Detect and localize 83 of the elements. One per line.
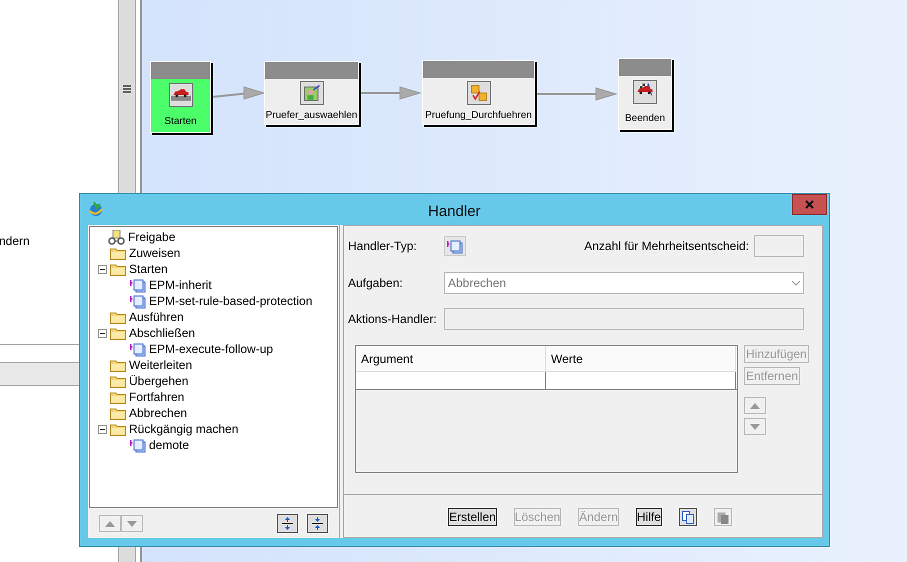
action-handler-field[interactable] xyxy=(444,308,804,330)
paste-button[interactable] xyxy=(714,508,732,526)
move-up-button[interactable] xyxy=(99,515,121,532)
connector-arrow xyxy=(360,86,422,100)
tree-item[interactable]: Starten xyxy=(129,260,168,278)
connector-arrow xyxy=(212,86,266,100)
tree-item[interactable]: EPM-execute-follow-up xyxy=(149,340,274,358)
node-label: Pruefer_auswaehlen xyxy=(266,110,358,122)
folder-icon xyxy=(110,406,126,420)
tree-item[interactable]: EPM-set-rule-based-protection xyxy=(149,292,312,310)
row-down-button[interactable] xyxy=(744,418,766,435)
triangle-down-icon xyxy=(750,424,760,430)
column-header[interactable]: Argument xyxy=(356,346,546,372)
tree-item[interactable]: Abschließen xyxy=(129,324,196,342)
expand-all-button[interactable] xyxy=(277,514,298,533)
tree-item[interactable]: Ausführen xyxy=(129,308,184,326)
collapse-icon xyxy=(312,517,323,530)
node-header xyxy=(619,59,671,76)
tree-item[interactable]: Übergehen xyxy=(129,372,188,390)
checkered-flag-icon xyxy=(633,80,657,104)
node-label: Beenden xyxy=(624,112,666,125)
collapse-toggle[interactable] xyxy=(98,328,106,338)
handler-type-button[interactable] xyxy=(444,236,466,256)
field-label: Handler-Typ: xyxy=(348,238,418,255)
tree-item[interactable]: Fortfahren xyxy=(129,388,184,406)
handler-icon xyxy=(130,342,146,356)
collapse-toggle[interactable] xyxy=(98,424,106,434)
handler-icon xyxy=(447,238,463,254)
tree-item[interactable]: Weiterleiten xyxy=(129,356,192,374)
folder-icon xyxy=(110,310,126,324)
tree-item[interactable]: Zuweisen xyxy=(129,244,180,262)
action-button[interactable]: Erstellen xyxy=(448,508,497,526)
workflow-node[interactable]: Beenden xyxy=(618,58,672,130)
workflow-node[interactable]: Starten xyxy=(150,61,211,133)
close-button[interactable] xyxy=(792,194,827,215)
handler-icon xyxy=(130,438,146,452)
folder-icon xyxy=(110,326,126,340)
paste-icon xyxy=(716,510,729,524)
workflow-node[interactable]: Pruefer_auswaehlen xyxy=(264,61,359,125)
tree-item[interactable]: Freigabe xyxy=(128,228,176,246)
expand-icon xyxy=(282,517,293,530)
tree-item[interactable]: Rückgängig machen xyxy=(129,420,238,438)
checklist-icon xyxy=(466,80,490,104)
tree-item[interactable]: demote xyxy=(149,436,190,454)
window-title: Handler xyxy=(428,202,481,222)
label-text: ndern xyxy=(0,234,31,248)
field-label: Anzahl für Mehrheitsentscheid: xyxy=(584,238,749,255)
copy-button[interactable] xyxy=(678,508,697,526)
person-icon xyxy=(300,81,324,106)
app-logo-icon xyxy=(88,201,104,217)
folder-icon xyxy=(110,374,126,388)
folder-icon xyxy=(110,246,126,260)
field-label: Aktions-Handler: xyxy=(348,311,438,328)
node-label: Pruefung_Durchfuehren xyxy=(425,110,532,122)
handler-icon xyxy=(130,294,146,308)
copy-icon xyxy=(682,510,694,524)
folder-icon xyxy=(110,390,126,404)
tree-item[interactable]: Abbrechen xyxy=(129,404,188,422)
majority-count-field[interactable] xyxy=(754,235,804,257)
node-label: Starten xyxy=(164,116,197,128)
field-label: Aufgaben: xyxy=(348,275,404,292)
folder-icon xyxy=(110,422,126,436)
workflow-node[interactable]: Pruefung_Durchfuehren xyxy=(422,60,535,125)
handler-icon xyxy=(130,278,146,292)
column-header[interactable]: Werte xyxy=(546,346,736,372)
move-down-button[interactable] xyxy=(121,515,143,532)
collapse-toggle[interactable] xyxy=(98,264,106,274)
row-up-button[interactable] xyxy=(744,397,766,414)
action-button[interactable]: Hilfe xyxy=(636,508,662,526)
folder-icon xyxy=(110,358,126,372)
triangle-up-icon xyxy=(105,520,115,526)
triangle-up-icon xyxy=(750,402,760,408)
collapse-all-button[interactable] xyxy=(307,514,328,533)
folder-icon xyxy=(110,262,126,276)
tree-item[interactable]: EPM-inherit xyxy=(149,276,212,294)
close-icon xyxy=(805,200,814,209)
node-header xyxy=(151,62,210,79)
car-icon xyxy=(168,83,192,108)
tasks-dropdown[interactable]: Abbrechen xyxy=(444,272,804,294)
glasses-icon xyxy=(108,230,125,244)
grip-icon xyxy=(123,85,131,93)
triangle-down-icon xyxy=(127,520,137,526)
chevron-down-icon xyxy=(792,280,800,286)
